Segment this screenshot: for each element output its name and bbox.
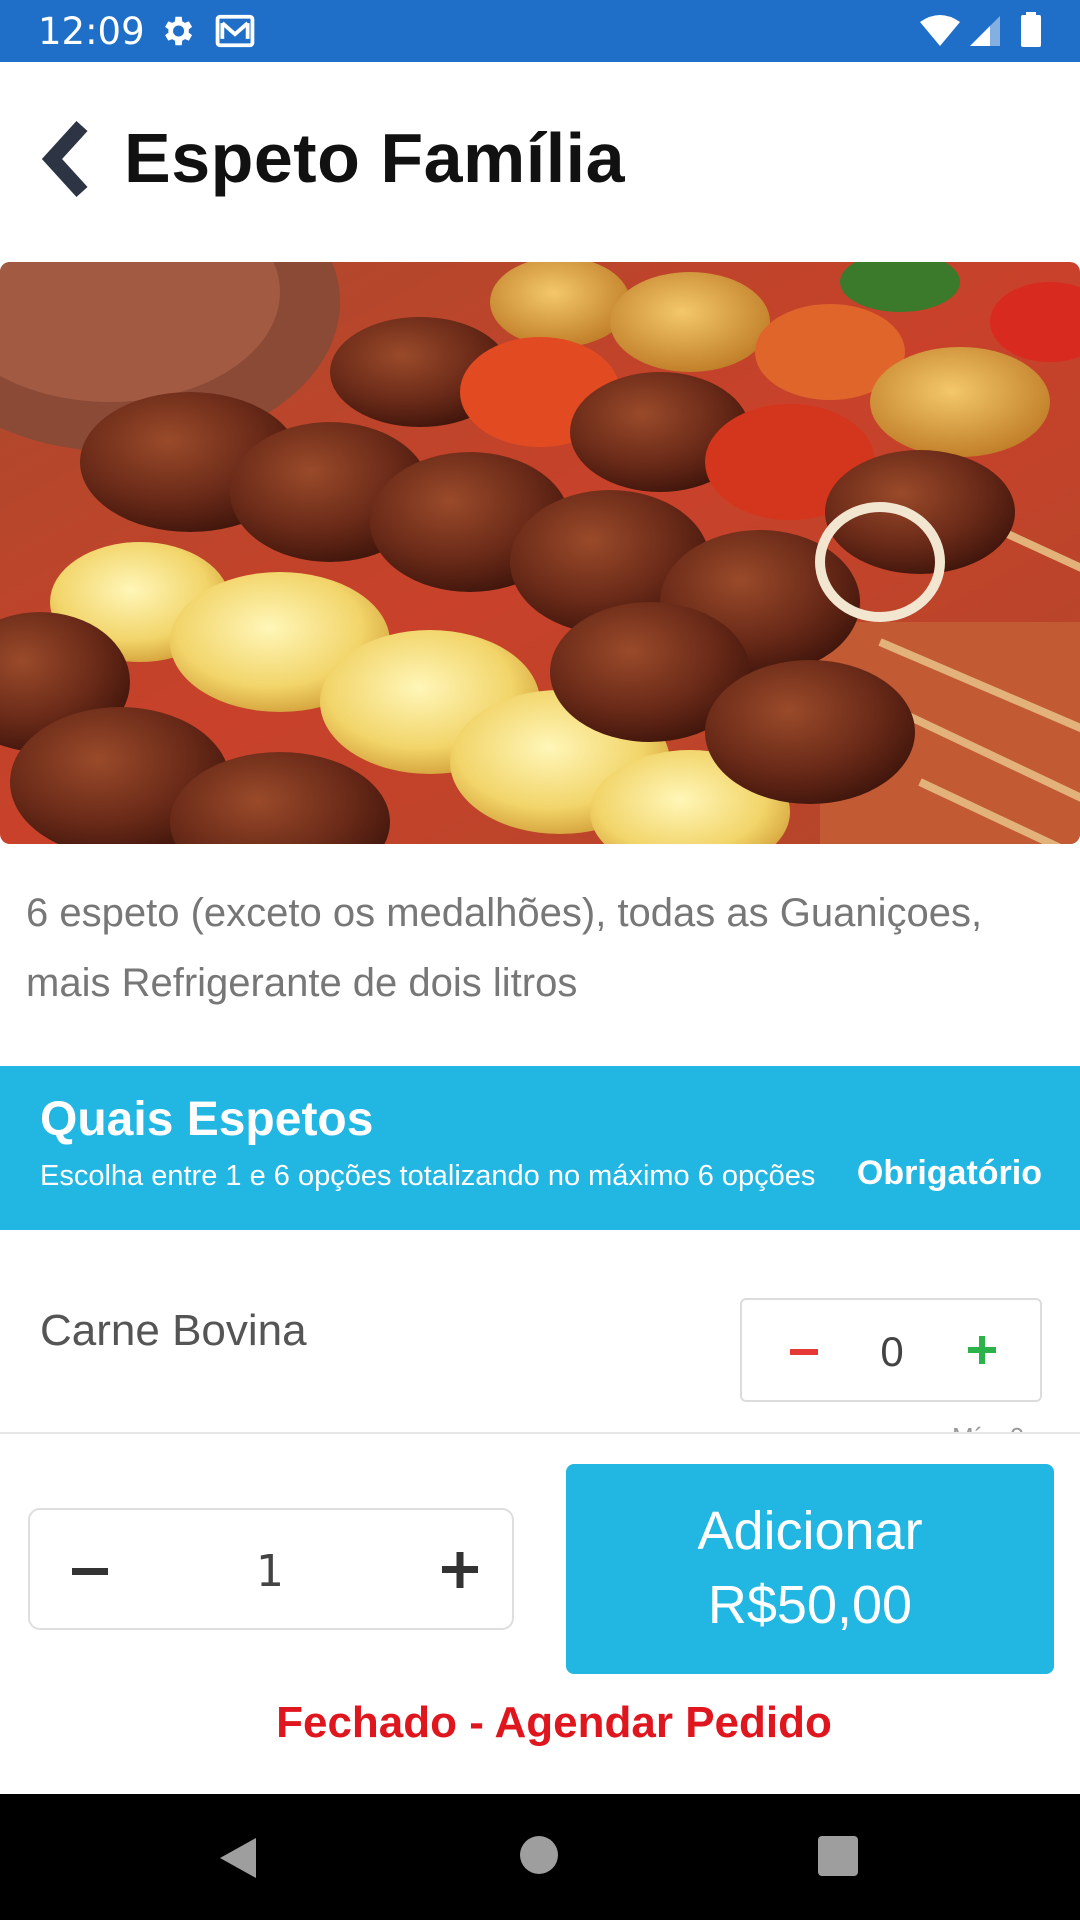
order-panel: 1 Adicionar R$50,00 Fechado - Agendar Pe… [0, 1432, 1080, 1794]
option-row: Carne Bovina 0 Mín: 0 [0, 1230, 1080, 1432]
option-label: Carne Bovina [40, 1306, 307, 1355]
wifi-icon [920, 15, 960, 46]
status-time: 12:09 [38, 10, 145, 53]
product-image [0, 262, 1080, 844]
option-min-hint: Mín: 0 [952, 1422, 1024, 1432]
order-quantity-value: 1 [256, 1546, 284, 1597]
system-nav-bar [0, 1794, 1080, 1920]
quantity-plus-button[interactable] [438, 1548, 482, 1592]
chevron-left-icon [41, 120, 88, 198]
page-title: Espeto Família [124, 119, 626, 197]
required-badge: Obrigatório [856, 1154, 1042, 1192]
options-section-header: Quais Espetos Escolha entre 1 e 6 opções… [0, 1066, 1080, 1230]
add-to-cart-button[interactable]: Adicionar R$50,00 [566, 1464, 1054, 1674]
mail-icon [215, 14, 255, 48]
status-bar: 12:09 [0, 0, 1080, 62]
minus-icon [72, 1568, 108, 1575]
battery-icon [1021, 12, 1041, 47]
back-triangle-icon[interactable] [216, 1834, 260, 1882]
quantity-minus-button[interactable] [68, 1550, 112, 1594]
option-quantity-value: 0 [880, 1328, 904, 1375]
schedule-order-link[interactable]: Fechado - Agendar Pedido [0, 1698, 1080, 1748]
option-minus-button[interactable] [784, 1332, 824, 1372]
app-bar: Espeto Família [0, 62, 1080, 262]
section-title: Quais Espetos [40, 1093, 374, 1146]
option-quantity-stepper: 0 [740, 1298, 1042, 1402]
order-quantity-stepper: 1 [28, 1508, 514, 1630]
section-subtitle: Escolha entre 1 e 6 opções totalizando n… [40, 1160, 816, 1192]
option-plus-button[interactable] [962, 1330, 1002, 1370]
recents-square-icon[interactable] [818, 1836, 858, 1876]
gear-icon [165, 16, 193, 46]
add-button-label: Adicionar [697, 1501, 923, 1561]
minus-icon [790, 1349, 818, 1355]
add-button-price: R$50,00 [707, 1575, 913, 1635]
grilled-skewers-photo [0, 262, 1080, 844]
product-description: 6 espeto (exceto os medalhões), todas as… [26, 891, 983, 1005]
back-button[interactable] [36, 114, 106, 204]
signal-icon [970, 16, 1000, 46]
home-circle-icon[interactable] [518, 1834, 560, 1876]
